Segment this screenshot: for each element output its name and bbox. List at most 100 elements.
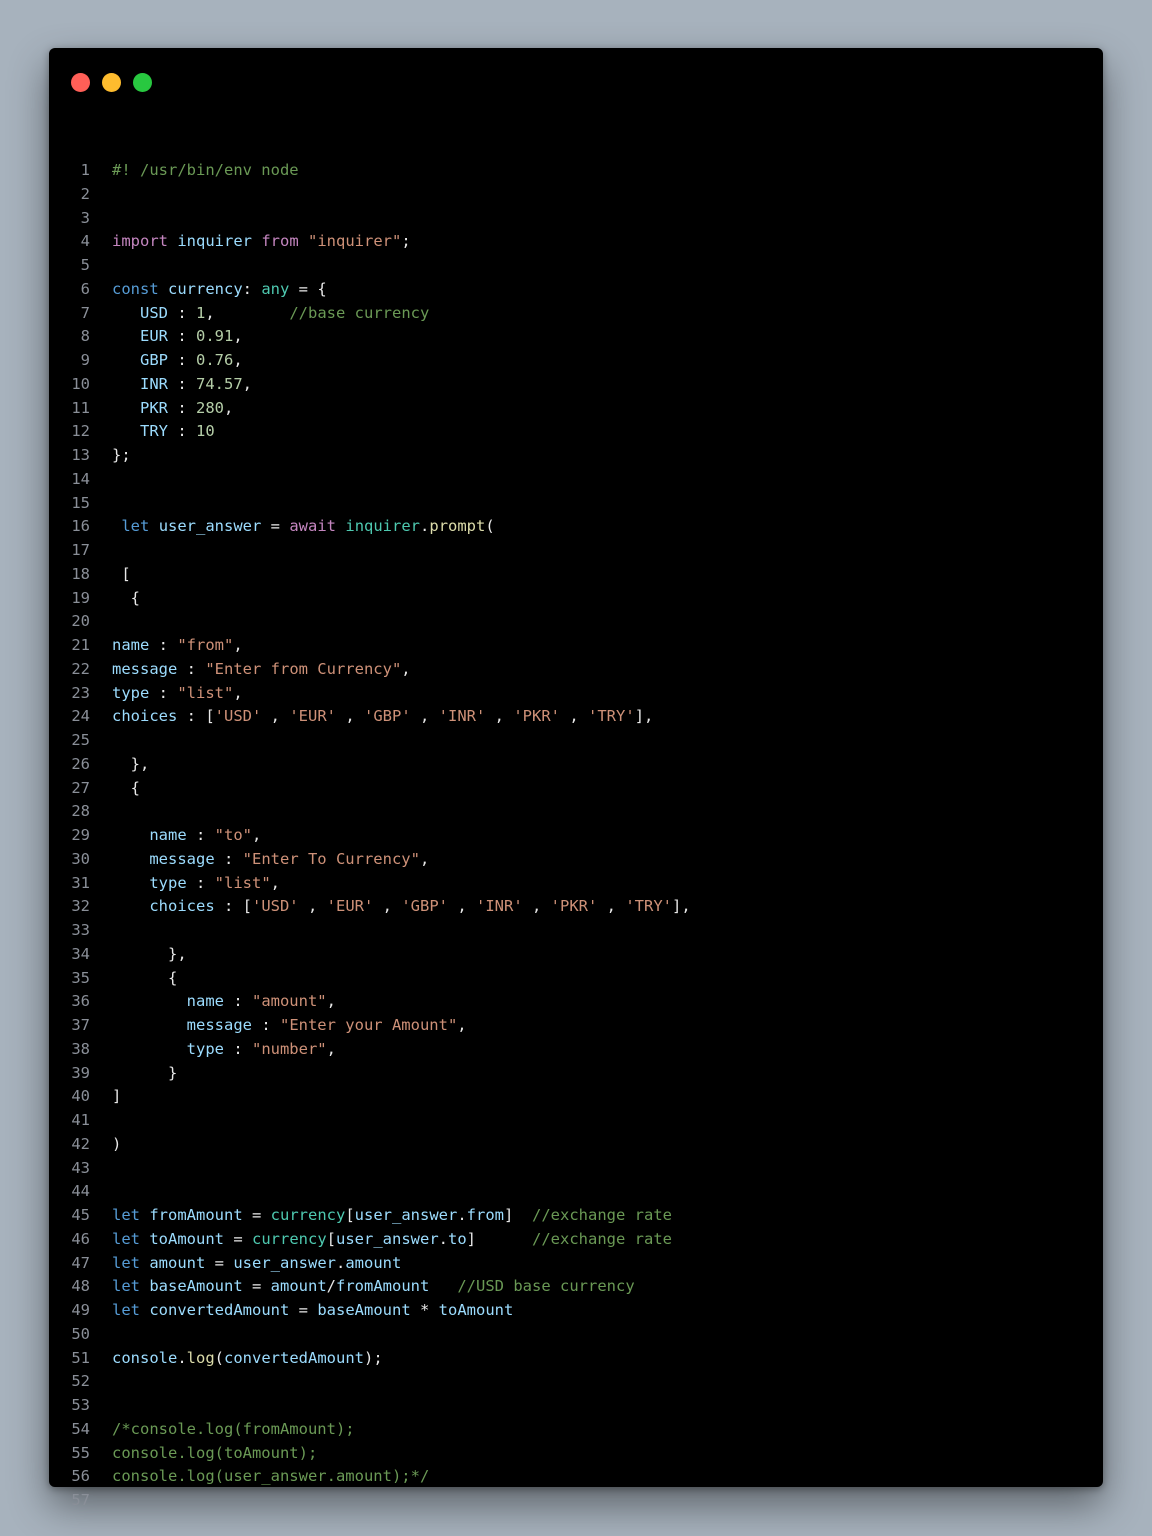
line-text: import inquirer from "inquirer";	[112, 230, 411, 254]
code-token: ,	[336, 707, 364, 726]
code-line: 26 },	[49, 753, 1103, 777]
code-token: :	[168, 327, 196, 346]
line-number: 12	[71, 422, 90, 441]
line-number: 1	[80, 161, 90, 179]
code-line: 16 let user_answer = await inquirer.prom…	[49, 515, 1103, 539]
code-token: =	[242, 1277, 271, 1296]
code-token: any	[261, 279, 290, 298]
line-text: {	[112, 587, 140, 611]
code-line: 20	[49, 610, 1103, 634]
code-token: };	[112, 446, 131, 464]
line-text: choices : ['USD' , 'EUR' , 'GBP' , 'INR'…	[112, 895, 690, 919]
code-line: 23 type : "list",	[49, 682, 1103, 706]
line-number: 21	[71, 636, 90, 654]
line-text: choices : ['USD' , 'EUR' , 'GBP' , 'INR'…	[112, 705, 653, 729]
code-token: ,	[233, 636, 243, 654]
line-text: )	[112, 1133, 121, 1157]
code-token: ,	[419, 849, 430, 868]
line-text: type : "list",	[112, 872, 280, 896]
code-token: amount	[345, 1253, 402, 1272]
code-token: .	[336, 1253, 346, 1272]
line-number: 50	[71, 1324, 90, 1343]
code-token: let	[112, 1253, 140, 1272]
code-token: ,	[457, 1016, 467, 1034]
line-number: 40	[71, 1087, 90, 1106]
code-token: ,	[485, 707, 514, 726]
code-line: 46 let toAmount = currency[user_answer.to…	[49, 1228, 1103, 1252]
code-token: 10	[196, 422, 215, 441]
code-token: .	[177, 1348, 187, 1367]
code-token: 'EUR'	[326, 897, 374, 916]
line-number: 13	[71, 446, 90, 464]
line-text: name : "amount",	[112, 990, 336, 1014]
code-line: 25	[49, 729, 1103, 753]
line-number: 29	[71, 826, 90, 844]
code-token: 'USD'	[214, 707, 262, 726]
minimize-dot-icon[interactable]	[102, 73, 121, 92]
code-line: 43	[49, 1157, 1103, 1181]
code-token: currency	[168, 279, 243, 298]
line-number: 56	[71, 1467, 90, 1486]
code-token: user_answer	[233, 1253, 336, 1272]
maximize-dot-icon[interactable]	[133, 73, 152, 92]
code-block: 1 #! /usr/bin/env node 2 3 4 import inquirer …	[49, 159, 1103, 1513]
code-token: "number"	[251, 1039, 327, 1058]
code-token: :	[223, 1039, 252, 1058]
line-number: 34	[71, 944, 90, 963]
code-token: =	[224, 1229, 252, 1248]
code-token: type	[149, 873, 187, 892]
code-token: name	[112, 636, 150, 654]
code-token: user_answer	[336, 1229, 439, 1248]
code-token: 'GBP'	[364, 707, 411, 726]
code-token: import	[112, 232, 168, 251]
line-number: 47	[71, 1253, 90, 1272]
line-number: 18	[71, 564, 90, 583]
line-text: message : "Enter To Currency",	[112, 848, 429, 872]
code-window: 1 #! /usr/bin/env node 2 3 4 import inquirer …	[49, 48, 1103, 1509]
line-text: {	[112, 967, 177, 991]
line-text: let baseAmount = amount/fromAmount //USD…	[112, 1275, 635, 1299]
code-token: ],	[634, 707, 654, 726]
code-line: 3	[49, 207, 1103, 231]
code-token: 'INR'	[438, 707, 486, 726]
code-token: ,	[242, 374, 253, 393]
line-number: 52	[71, 1372, 90, 1391]
code-token: ,	[224, 398, 234, 417]
code-token: await	[289, 517, 337, 536]
line-number: 25	[71, 731, 90, 749]
line-text: let toAmount = currency[user_answer.to] …	[112, 1228, 672, 1252]
line-text: console.log(convertedAmount);	[112, 1347, 383, 1371]
code-token: inquirer	[177, 232, 252, 251]
code-token: message	[112, 659, 178, 678]
code-line: 17	[49, 539, 1103, 563]
code-token: "to"	[214, 826, 252, 844]
line-number: 41	[71, 1111, 90, 1129]
line-text: type : "list",	[112, 682, 243, 706]
code-line: 7 USD : 1, //base currency	[49, 302, 1103, 326]
code-line: 29 name : "to",	[49, 824, 1103, 848]
code-token: user_answer	[158, 517, 262, 536]
line-number: 49	[71, 1301, 90, 1319]
line-number: 39	[71, 1063, 90, 1082]
code-line: 18 [	[49, 563, 1103, 587]
line-text: GBP : 0.76,	[112, 349, 243, 373]
code-token: :	[149, 683, 178, 702]
code-token: =	[261, 517, 290, 536]
line-number: 5	[80, 256, 90, 274]
line-text: {	[112, 777, 140, 801]
code-token: :	[168, 374, 196, 393]
code-line: 19 {	[49, 587, 1103, 611]
code-token: PKR	[140, 398, 168, 417]
close-dot-icon[interactable]	[71, 73, 90, 92]
